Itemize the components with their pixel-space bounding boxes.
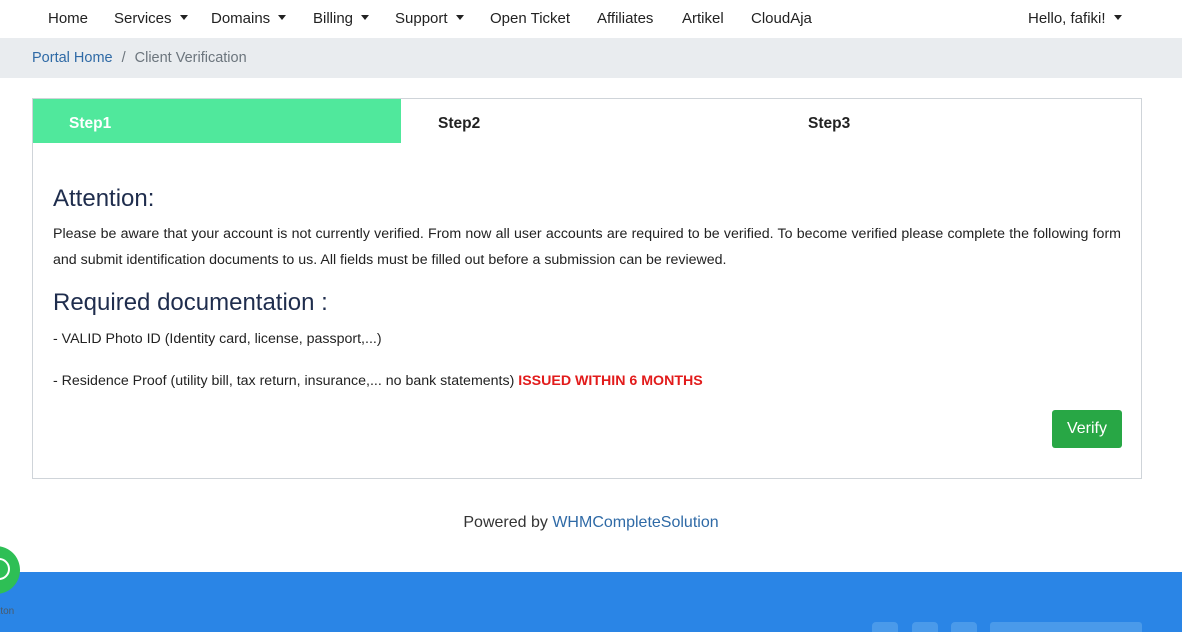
verify-button[interactable]: Verify <box>1052 410 1122 448</box>
step-tab-3[interactable]: Step3 <box>808 99 850 143</box>
whmcs-link[interactable]: WHMCompleteSolution <box>552 514 718 531</box>
caret-down-icon <box>1113 14 1122 20</box>
nav-billing-dropdown[interactable]: Billing <box>313 0 370 38</box>
nav-billing-label: Billing <box>313 10 354 27</box>
breadcrumb-current: Client Verification <box>134 50 247 66</box>
step-tab-2[interactable]: Step2 <box>438 99 480 143</box>
facebook-icon[interactable] <box>872 622 898 632</box>
residence-proof-text: - Residence Proof (utility bill, tax ret… <box>53 373 515 389</box>
nav-domains-dropdown[interactable]: Domains <box>211 0 287 38</box>
nav-cloudaja[interactable]: CloudAja <box>751 0 812 38</box>
required-documentation-heading: Required documentation : <box>53 289 328 316</box>
breadcrumb-separator: / <box>121 50 126 66</box>
nav-support-dropdown[interactable]: Support <box>395 0 464 38</box>
nav-services-dropdown[interactable]: Services <box>114 0 188 38</box>
caret-down-icon <box>278 14 287 20</box>
nav-artikel[interactable]: Artikel <box>682 0 724 38</box>
breadcrumb-bar: Portal Home / Client Verification <box>0 38 1182 78</box>
verification-card: Step1 Step2 Step3 Attention: Please be a… <box>32 98 1142 479</box>
nav-domains-label: Domains <box>211 10 271 27</box>
breadcrumb-portal-home[interactable]: Portal Home <box>32 50 113 66</box>
attention-heading: Attention: <box>53 185 155 212</box>
account-greeting: Hello, fafiki! <box>1028 10 1106 27</box>
nav-home[interactable]: Home <box>48 0 88 38</box>
issued-within-highlight: ISSUED WITHIN 6 MONTHS <box>518 373 703 389</box>
requirement-residence-proof: - Residence Proof (utility bill, tax ret… <box>53 373 703 389</box>
caret-down-icon <box>361 14 370 20</box>
caret-down-icon <box>179 14 188 20</box>
social-icon[interactable] <box>951 622 977 632</box>
requirement-photo-id: - VALID Photo ID (Identity card, license… <box>53 331 382 347</box>
whatsapp-button-label: utton <box>0 606 15 617</box>
nav-support-label: Support <box>395 10 448 27</box>
nav-affiliates[interactable]: Affiliates <box>597 0 653 38</box>
nav-open-ticket[interactable]: Open Ticket <box>490 0 570 38</box>
powered-by-line: Powered by WHMCompleteSolution <box>0 514 1182 532</box>
top-navbar: Home Services Domains Billing Support Op… <box>0 0 1182 38</box>
instagram-icon[interactable] <box>912 622 938 632</box>
footer-input[interactable] <box>990 622 1142 632</box>
caret-down-icon <box>455 14 464 20</box>
whatsapp-icon <box>0 558 10 580</box>
attention-text: Please be aware that your account is not… <box>53 226 1121 268</box>
account-menu-dropdown[interactable]: Hello, fafiki! <box>1028 0 1122 38</box>
breadcrumb: Portal Home / Client Verification <box>32 38 247 78</box>
powered-by-text: Powered by <box>463 514 548 531</box>
nav-services-label: Services <box>114 10 172 27</box>
step-tab-1[interactable]: Step1 <box>33 99 401 143</box>
